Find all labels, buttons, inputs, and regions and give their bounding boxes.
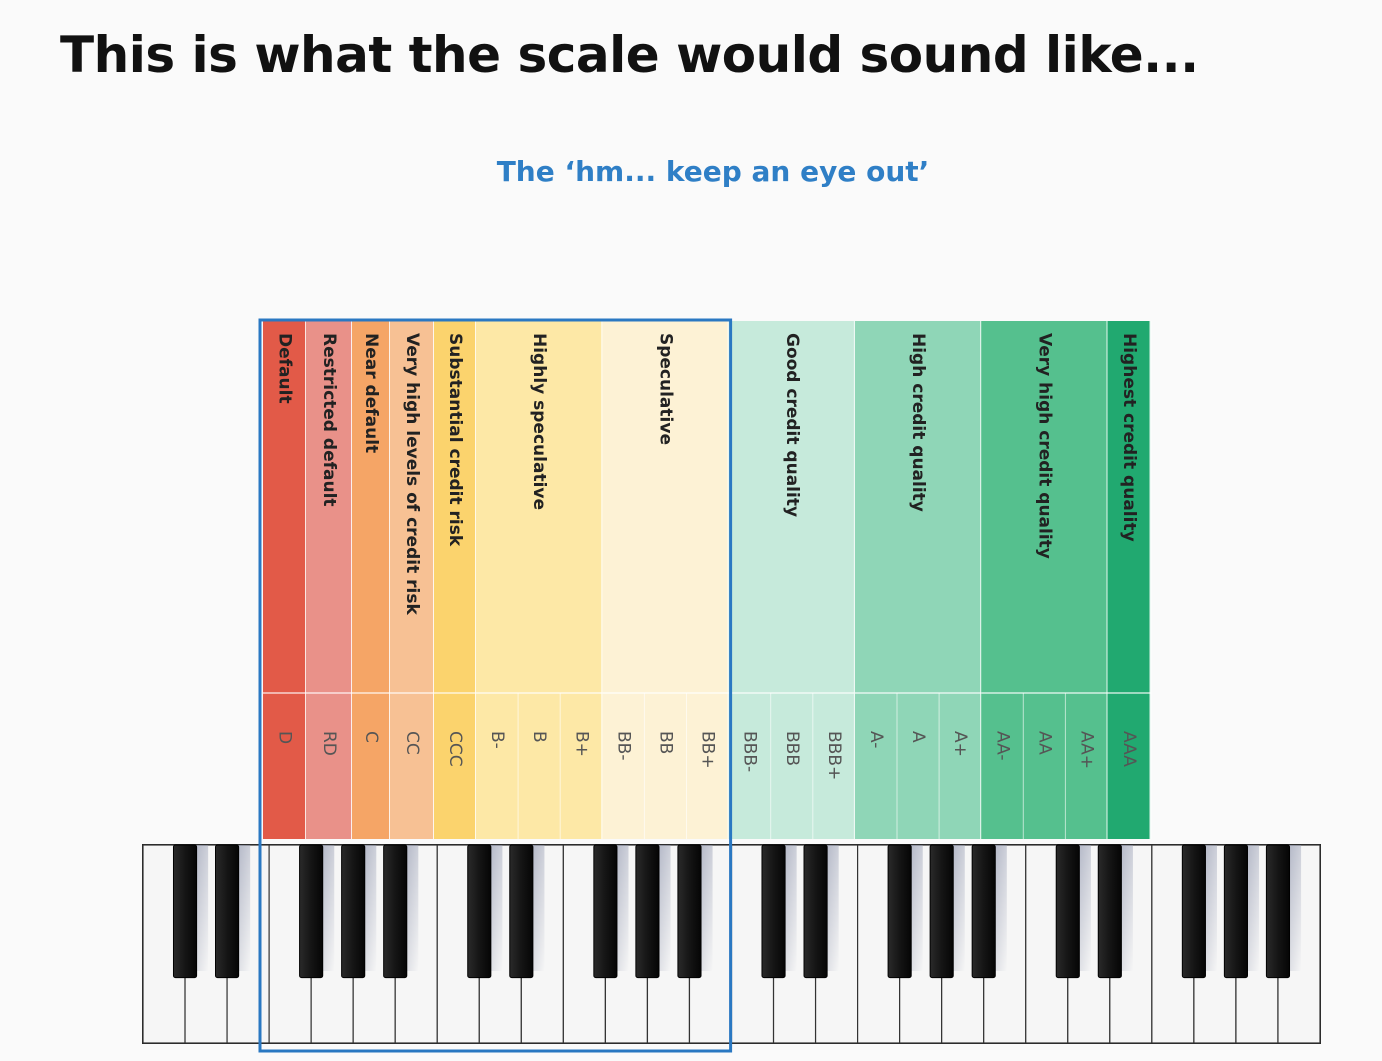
black-key — [887, 844, 912, 979]
black-key — [215, 844, 240, 979]
rating-code: A- — [866, 731, 886, 748]
rating-code: D — [275, 731, 295, 744]
rating-group-label: Speculative — [655, 333, 675, 445]
rating-code: BBB- — [740, 731, 760, 772]
rating-group: Very high levels of credit risk CC — [390, 321, 435, 839]
black-key — [1181, 844, 1206, 979]
rating-group: Very high credit quality AA- AA AA+ — [981, 321, 1109, 839]
black-key — [341, 844, 366, 979]
rating-code: A+ — [950, 731, 970, 757]
black-key — [1097, 844, 1122, 979]
black-key — [509, 844, 534, 979]
rating-code: CC — [402, 731, 422, 755]
rating-group-label: Near default — [361, 333, 381, 453]
rating-group: Speculative BB- BB BB+ — [602, 321, 730, 839]
rating-group: Substantial credit risk CCC — [434, 321, 477, 839]
black-key — [593, 844, 618, 979]
black-key — [635, 844, 660, 979]
rating-code: AAA — [1119, 731, 1139, 767]
rating-group-label: Substantial credit risk — [445, 333, 465, 547]
rating-code: B+ — [571, 731, 591, 757]
black-key — [929, 844, 954, 979]
rating-code: AA- — [992, 731, 1012, 761]
black-key — [1223, 844, 1248, 979]
rating-code: B- — [487, 731, 507, 749]
rating-code: RD — [319, 731, 339, 756]
rating-group: Highly speculative B- B B+ — [476, 321, 604, 839]
rating-group-label: High credit quality — [908, 333, 928, 512]
black-key — [1055, 844, 1080, 979]
rating-code: BB — [655, 731, 675, 754]
rating-group: Near default C — [352, 321, 391, 839]
rating-group-label: Highest credit quality — [1119, 333, 1139, 542]
black-key — [172, 844, 198, 979]
black-key — [803, 844, 828, 979]
rating-code: BBB — [782, 731, 802, 766]
rating-group: High credit quality A- A A+ — [854, 321, 983, 839]
black-key — [299, 844, 324, 979]
rating-group-label: Highly speculative — [529, 333, 549, 510]
black-key — [971, 844, 996, 979]
rating-group: Good credit quality BBB- BBB BBB+ — [728, 321, 856, 839]
rating-group: Highest credit quality AAA — [1107, 321, 1152, 839]
rating-code: BB- — [613, 731, 633, 760]
rating-group-label: Restricted default — [319, 333, 339, 507]
rating-code: C — [361, 731, 381, 743]
rating-group-label: Good credit quality — [782, 333, 802, 517]
rating-group: Restricted default RD — [306, 321, 353, 839]
rating-group-label: Very high levels of credit risk — [402, 333, 422, 615]
black-key — [383, 844, 408, 979]
rating-code: A — [908, 731, 928, 743]
rating-group-label: Very high credit quality — [1034, 333, 1054, 559]
rating-code: B — [529, 731, 549, 743]
rating-group-label: Default — [275, 333, 295, 404]
rating-code: BBB+ — [824, 731, 844, 780]
black-key — [677, 844, 702, 979]
black-key — [467, 844, 492, 979]
rating-scale-keyboard-diagram: Default D Restricted default RD Near default… — [142, 318, 1321, 1053]
black-key — [761, 844, 786, 979]
rating-code: AA+ — [1076, 731, 1096, 769]
black-key — [1265, 844, 1291, 979]
rating-scale: Default D Restricted default RD Near default… — [263, 321, 1152, 839]
rating-code: CCC — [445, 731, 465, 767]
rating-group: Default D — [263, 321, 307, 839]
rating-code: AA — [1034, 731, 1054, 755]
rating-code: BB+ — [698, 731, 718, 769]
